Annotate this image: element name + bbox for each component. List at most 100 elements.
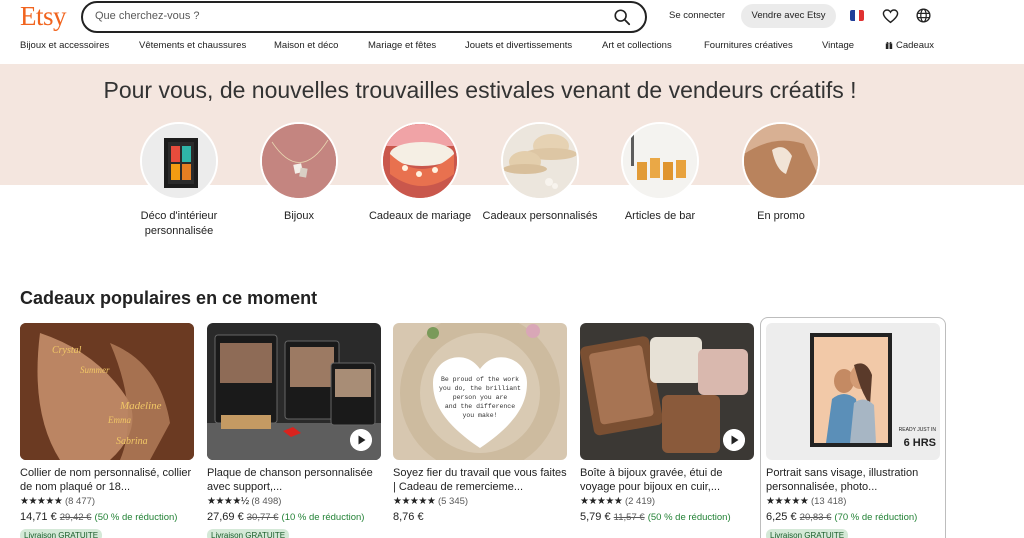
rating-stars: ★★★★★ xyxy=(393,496,436,507)
rating-stars: ★★★★★ xyxy=(580,496,623,507)
image-text: Summer xyxy=(80,365,110,375)
category-deco-image[interactable] xyxy=(140,122,218,200)
category-bar-label: Articles de bar xyxy=(624,210,696,222)
search-icon[interactable] xyxy=(613,8,631,26)
discount: (10 % de réduction) xyxy=(281,512,365,523)
free-shipping-badge: Livraison GRATUITE xyxy=(207,529,290,538)
review-count: (8 477) xyxy=(64,496,96,507)
gift-icon xyxy=(885,41,893,49)
product-title[interactable]: Collier de nom personnalisé, collier de … xyxy=(20,466,194,494)
product-image[interactable]: Be proud of the work you do, the brillia… xyxy=(393,323,567,460)
play-icon[interactable] xyxy=(350,429,372,451)
price-line: 27,69 € 30,77 € (10 % de réduction) xyxy=(207,511,381,525)
image-text: 6 HRS xyxy=(904,437,936,449)
nav-item-cadeaux[interactable]: Cadeaux xyxy=(885,40,934,51)
image-text: Crystal xyxy=(52,345,82,356)
category-bar[interactable]: Articles de bar xyxy=(600,122,720,224)
price-line: 5,79 € 11,57 € (50 % de réduction) xyxy=(580,511,754,525)
product-rating: ★★★★★ (5 345) xyxy=(393,496,567,509)
category-mariage-label: Cadeaux de mariage xyxy=(368,210,472,222)
price-line: 14,71 € 29,42 € (50 % de réduction) xyxy=(20,511,194,525)
product-card[interactable]: Plaque de chanson personnalisée avec sup… xyxy=(207,323,381,538)
product-rating: ★★★★★ (8 477) xyxy=(20,496,194,509)
review-count: (8 498) xyxy=(251,496,282,507)
product-card[interactable]: READY JUST IN 6 HRS Portrait sans visage… xyxy=(766,323,940,538)
discount: (70 % de réduction) xyxy=(834,512,918,523)
price-line: 8,76 € xyxy=(393,511,567,525)
free-shipping-badge: Livraison GRATUITE xyxy=(766,529,849,538)
category-bar-image[interactable] xyxy=(621,122,699,200)
product-rating: ★★★★½ (8 498) xyxy=(207,496,381,509)
product-title[interactable]: Plaque de chanson personnalisée avec sup… xyxy=(207,466,381,494)
category-deco[interactable]: Déco d'intérieur personnalisée xyxy=(119,122,239,238)
product-card[interactable]: Crystal Summer Madeline Emma Sabrina Col… xyxy=(20,323,194,538)
category-nav: Bijoux et accessoires Vêtements et chaus… xyxy=(0,40,1024,56)
product-image[interactable]: READY JUST IN 6 HRS xyxy=(766,323,940,460)
sell-button[interactable]: Vendre avec Etsy xyxy=(741,4,836,28)
product-title[interactable]: Boîte à bijoux gravée, étui de voyage po… xyxy=(580,466,754,494)
image-text: person you are xyxy=(453,394,508,401)
product-image[interactable] xyxy=(580,323,754,460)
product-card[interactable]: Be proud of the work you do, the brillia… xyxy=(393,323,567,525)
flag-fr-icon[interactable] xyxy=(850,10,864,21)
discount: (50 % de réduction) xyxy=(647,512,731,523)
play-icon[interactable] xyxy=(723,429,745,451)
review-count: (13 418) xyxy=(810,496,847,507)
old-price: 29,42 € xyxy=(59,512,92,523)
category-mariage-image[interactable] xyxy=(381,122,459,200)
category-promo-image[interactable] xyxy=(742,122,820,200)
old-price: 11,57 € xyxy=(613,512,645,523)
product-title[interactable]: Soyez fier du travail que vous faites | … xyxy=(393,466,567,494)
signin-link[interactable]: Se connecter xyxy=(669,10,725,21)
category-deco-label: Déco d'intérieur personnalisée xyxy=(140,210,218,237)
image-text: Madeline xyxy=(119,400,162,412)
product-rating: ★★★★★ (13 418) xyxy=(766,496,940,509)
nav-item-fournitures[interactable]: Fournitures créatives xyxy=(704,40,793,51)
category-bijoux[interactable]: Bijoux xyxy=(239,122,359,224)
category-bijoux-image[interactable] xyxy=(260,122,338,200)
hero-title: Pour vous, de nouvelles trouvailles esti… xyxy=(103,77,857,103)
nav-item-cadeaux-label: Cadeaux xyxy=(896,40,935,51)
image-text: Be proud of the work xyxy=(441,376,519,383)
rating-stars: ★★★★★ xyxy=(766,496,809,507)
globe-icon[interactable] xyxy=(915,7,932,24)
section-title: Cadeaux populaires en ce moment xyxy=(20,288,318,308)
price-line: 6,25 € 20,83 € (70 % de réduction) xyxy=(766,511,940,525)
nav-item-bijoux[interactable]: Bijoux et accessoires xyxy=(20,40,109,51)
category-personnalises[interactable]: Cadeaux personnalisés xyxy=(480,122,600,224)
nav-item-vintage[interactable]: Vintage xyxy=(822,40,854,51)
category-mariage[interactable]: Cadeaux de mariage xyxy=(360,122,480,224)
product-image[interactable] xyxy=(207,323,381,460)
search-bar[interactable]: Que cherchez-vous ? xyxy=(81,1,647,33)
image-text: you do, the brilliant xyxy=(439,385,521,392)
category-promo[interactable]: En promo xyxy=(721,122,841,224)
rating-stars: ★★★★★ xyxy=(20,496,63,507)
rating-stars: ★★★★½ xyxy=(207,496,249,507)
review-count: (2 419) xyxy=(624,496,656,507)
product-price: 27,69 € xyxy=(207,511,244,523)
category-personnalises-label: Cadeaux personnalisés xyxy=(482,210,598,222)
free-shipping-badge: Livraison GRATUITE xyxy=(20,529,103,538)
discount: (50 % de réduction) xyxy=(94,512,178,523)
review-count: (5 345) xyxy=(437,496,469,507)
nav-item-mariage[interactable]: Mariage et fêtes xyxy=(368,40,436,51)
nav-item-maison[interactable]: Maison et déco xyxy=(274,40,338,51)
category-personnalises-image[interactable] xyxy=(501,122,579,200)
product-price: 14,71 € xyxy=(20,511,57,523)
old-price: 20,83 € xyxy=(799,512,832,523)
heart-icon[interactable] xyxy=(882,8,899,24)
search-input[interactable]: Que cherchez-vous ? xyxy=(95,10,200,22)
nav-item-art[interactable]: Art et collections xyxy=(602,40,672,51)
etsy-logo[interactable]: Etsy xyxy=(20,1,67,32)
nav-item-vetements[interactable]: Vêtements et chaussures xyxy=(139,40,246,51)
product-price: 6,25 € xyxy=(766,511,797,523)
product-card[interactable]: Boîte à bijoux gravée, étui de voyage po… xyxy=(580,323,754,525)
image-text: and the difference xyxy=(445,403,515,410)
product-image[interactable]: Crystal Summer Madeline Emma Sabrina xyxy=(20,323,194,460)
old-price: 30,77 € xyxy=(246,512,279,523)
product-title[interactable]: Portrait sans visage, illustration perso… xyxy=(766,466,940,494)
category-bijoux-label: Bijoux xyxy=(284,210,314,222)
header: Etsy Que cherchez-vous ? Se connecter Ve… xyxy=(0,0,1024,36)
nav-item-jouets[interactable]: Jouets et divertissements xyxy=(465,40,572,51)
category-promo-label: En promo xyxy=(757,210,805,222)
